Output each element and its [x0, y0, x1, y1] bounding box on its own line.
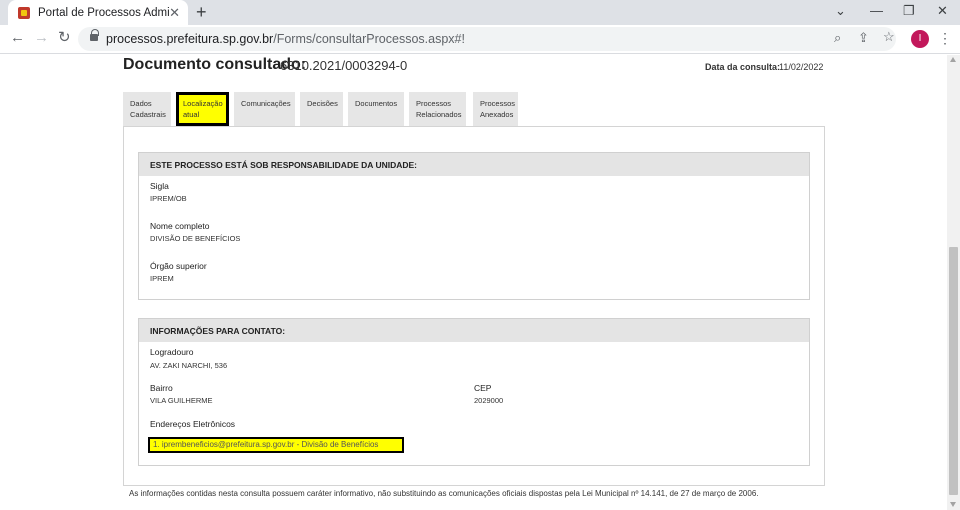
- browser-toolbar: ← → ↻ processos.prefeitura.sp.gov.br/For…: [0, 25, 960, 54]
- responsibility-heading: ESTE PROCESSO ESTÁ SOB RESPONSABILIDADE …: [139, 153, 809, 176]
- email-link[interactable]: 1. iprembeneficios@prefeitura.sp.gov.br …: [148, 437, 404, 453]
- lock-icon: [90, 29, 99, 42]
- site-favicon-icon: [18, 6, 30, 19]
- scroll-up-arrow-icon[interactable]: [950, 57, 956, 62]
- tab-label-line1: Dados: [130, 99, 152, 108]
- reload-button[interactable]: ↻: [58, 30, 71, 46]
- tab-label-line1: Processos: [416, 99, 452, 108]
- nome-completo-label: Nome completo: [150, 221, 210, 231]
- document-number: 6310.2021/0003294-0: [280, 58, 408, 73]
- bairro-value: VILA GUILHERME: [150, 396, 213, 405]
- page-scrollbar[interactable]: [947, 55, 960, 510]
- document-label: Documento consultado:: [123, 56, 307, 73]
- url-text: processos.prefeitura.sp.gov.br/Forms/con…: [106, 32, 465, 46]
- forward-button[interactable]: →: [34, 30, 49, 46]
- close-window-button[interactable]: ✕: [937, 4, 948, 18]
- tab-processos-anexados[interactable]: Processos Anexados: [473, 92, 518, 126]
- emails-label: Endereços Eletrônicos: [150, 419, 236, 429]
- legal-disclaimer: As informações contidas nesta consulta p…: [129, 489, 759, 498]
- browser-tab-strip: Portal de Processos Administratio ✕ + ⌄ …: [0, 0, 960, 25]
- browser-menu-icon[interactable]: ⋮: [938, 30, 952, 46]
- tab-decisoes[interactable]: Decisões: [300, 92, 343, 126]
- minimize-button[interactable]: —: [870, 4, 883, 18]
- tab-documentos[interactable]: Documentos: [348, 92, 404, 126]
- close-tab-icon[interactable]: ✕: [169, 6, 180, 19]
- back-button[interactable]: ←: [10, 30, 25, 46]
- share-icon[interactable]: ⇪: [858, 31, 869, 45]
- tab-dados-cadastrais[interactable]: Dados Cadastrais: [123, 92, 171, 126]
- tab-label-line1: Comunicações: [241, 99, 291, 108]
- sigla-label: Sigla: [150, 181, 169, 191]
- zoom-icon[interactable]: ⌕: [834, 31, 841, 45]
- tab-label-line2: Anexados: [480, 110, 514, 119]
- tab-label-line1: Decisões: [307, 99, 338, 108]
- tab-processos-relacionados[interactable]: Processos Relacionados: [409, 92, 466, 126]
- nome-completo-value: DIVISÃO DE BENEFÍCIOS: [150, 234, 241, 243]
- consult-date-value: 11/02/2022: [779, 62, 824, 72]
- logradouro-label: Logradouro: [150, 347, 194, 357]
- tab-label-line2: atual: [183, 110, 200, 119]
- profile-avatar[interactable]: I: [911, 30, 929, 48]
- bookmark-star-icon[interactable]: ☆: [883, 30, 895, 44]
- tab-title: Portal de Processos Administratio: [38, 6, 170, 19]
- orgao-superior-label: Órgão superior: [150, 261, 207, 271]
- sigla-value: IPREM/OB: [150, 194, 187, 203]
- consult-date-label: Data da consulta:: [705, 62, 781, 72]
- cep-label: CEP: [474, 383, 492, 393]
- maximize-button[interactable]: ❐: [903, 4, 915, 18]
- address-bar[interactable]: processos.prefeitura.sp.gov.br/Forms/con…: [78, 27, 896, 51]
- cep-value: 2029000: [474, 396, 504, 405]
- scroll-down-arrow-icon[interactable]: [950, 502, 956, 507]
- contact-heading: INFORMAÇÕES PARA CONTATO:: [139, 319, 809, 342]
- tab-label-line1: Localização: [183, 99, 223, 108]
- bairro-label: Bairro: [150, 383, 173, 393]
- new-tab-button[interactable]: +: [196, 3, 207, 21]
- tab-label-line2: Relacionados: [416, 110, 462, 119]
- scroll-thumb[interactable]: [949, 247, 958, 495]
- responsibility-section: ESTE PROCESSO ESTÁ SOB RESPONSABILIDADE …: [138, 152, 810, 300]
- tab-search-icon[interactable]: ⌄: [835, 4, 846, 18]
- orgao-superior-value: IPREM: [150, 274, 174, 283]
- tab-label-line1: Processos: [480, 99, 516, 108]
- logradouro-value: AV. ZAKI NARCHI, 536: [150, 361, 228, 370]
- tab-label-line2: Cadastrais: [130, 110, 166, 119]
- url-path: /Forms/consultarProcessos.aspx#!: [273, 32, 465, 46]
- browser-tab[interactable]: Portal de Processos Administratio ✕: [8, 0, 188, 25]
- tab-comunicacoes[interactable]: Comunicações: [234, 92, 295, 126]
- tab-label-line1: Documentos: [355, 99, 398, 108]
- url-domain: processos.prefeitura.sp.gov.br: [106, 32, 274, 46]
- tab-localizacao-atual[interactable]: Localização atual: [176, 92, 229, 126]
